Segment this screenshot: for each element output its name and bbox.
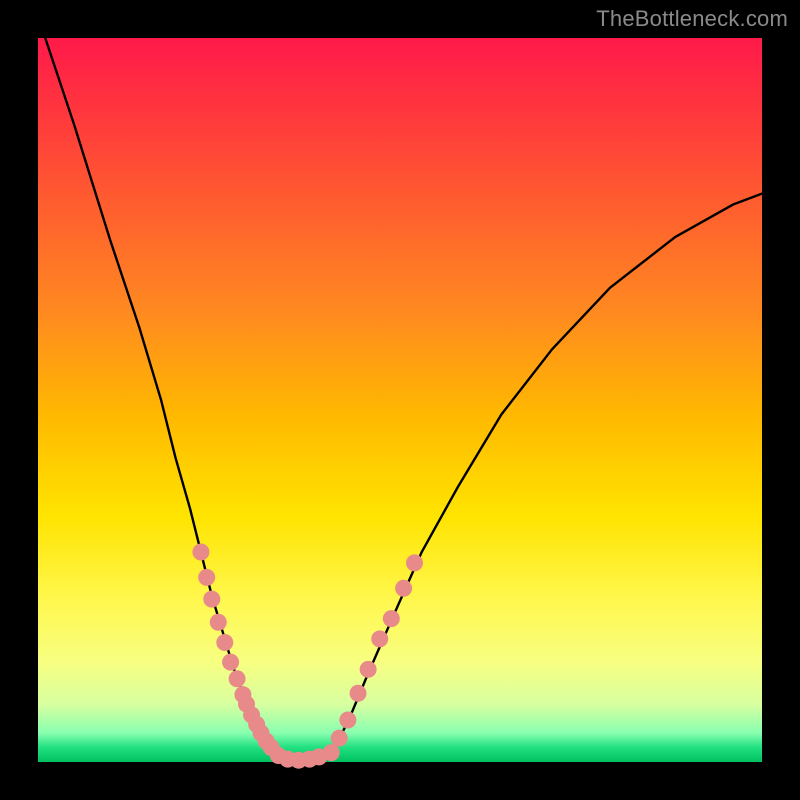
data-dot <box>210 614 227 631</box>
data-dot <box>198 569 215 586</box>
data-dot <box>371 630 388 647</box>
data-dot <box>331 730 348 747</box>
chart-svg <box>38 38 762 762</box>
data-dot <box>192 544 209 561</box>
data-dot <box>229 670 246 687</box>
data-dot <box>323 744 340 761</box>
data-dot <box>350 685 367 702</box>
data-dots <box>192 544 423 769</box>
data-dot <box>395 580 412 597</box>
data-dot <box>360 661 377 678</box>
data-dot <box>339 712 356 729</box>
data-dot <box>216 634 233 651</box>
chart-frame: TheBottleneck.com <box>0 0 800 800</box>
data-dot <box>203 591 220 608</box>
data-dot <box>222 654 239 671</box>
watermark-text: TheBottleneck.com <box>596 6 788 32</box>
data-dot <box>406 554 423 571</box>
data-dot <box>383 610 400 627</box>
plot-area <box>38 38 762 762</box>
v-curve <box>45 38 762 762</box>
